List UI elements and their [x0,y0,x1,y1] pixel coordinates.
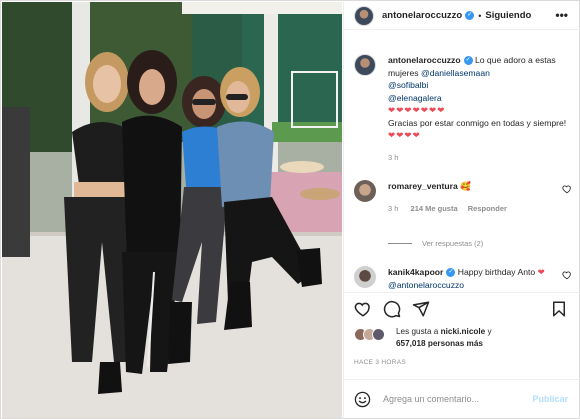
mention-link[interactable]: @antonelaroccuzzo [388,280,464,290]
commenter-username[interactable]: kanik4kapoor [388,267,443,277]
like-icon[interactable] [354,300,372,318]
comments-section[interactable]: antonelaroccuzzo ✓ Lo que adoro a estas m… [344,30,580,292]
caption-username[interactable]: antonelaroccuzzo [388,55,461,65]
hearts-emoji: ❤❤❤❤ [388,130,421,140]
emoji-icon[interactable] [354,391,371,408]
add-comment-bar: Publicar [344,379,580,418]
view-replies[interactable]: Ver respuestas (2) [388,239,483,248]
liker-avatar[interactable] [372,328,385,341]
heart-emoji: ❤ [537,267,546,277]
comment-time[interactable]: 3 h [388,204,398,213]
caption-body: antonelaroccuzzo ✓ Lo que adoro a estas m… [388,54,572,164]
caption-avatar[interactable] [354,54,376,76]
comment-likes[interactable]: 214 Me gusta [411,204,458,213]
likes-user[interactable]: nicki.nicole [441,327,486,336]
mention-link[interactable]: @sofibalbi [388,80,428,90]
verified-badge-icon: ✓ [446,268,456,278]
caption: antonelaroccuzzo ✓ Lo que adoro a estas m… [354,54,572,164]
likes-conj: y [487,327,492,336]
comment-input[interactable] [383,394,523,404]
comment-body: kanik4kapoor ✓ Happy birthday Anto ❤ @ant… [388,266,572,291]
photo-illustration [2,2,342,418]
post-header: antonelaroccuzzo ✓ • Siguiendo ••• [344,2,580,30]
more-options-icon[interactable]: ••• [555,8,568,22]
verified-badge-icon: ✓ [463,56,473,66]
separator-dot: • [478,10,482,21]
heart-outline-icon[interactable] [562,270,572,280]
comment-icon[interactable] [383,300,401,318]
comment-item: romarey_ventura 🥰 3 h 214 Me gusta Respo… [354,180,572,215]
heart-outline-icon[interactable] [562,184,572,194]
author-username[interactable]: antonelaroccuzzo [382,10,462,21]
post-photo[interactable] [2,2,342,418]
likes-count[interactable]: 657,018 personas más [396,339,483,348]
caption-time[interactable]: 3 h [388,153,398,162]
hearts-emoji: ❤❤❤❤❤❤❤ [388,105,446,115]
post-sidebar: antonelaroccuzzo ✓ • Siguiendo ••• anton… [343,2,580,418]
comment-meta: 3 h 214 Me gusta Responder [388,203,572,216]
post-modal: antonelaroccuzzo ✓ • Siguiendo ••• anton… [0,0,580,419]
liker-avatars [354,328,392,342]
action-bar [344,292,580,324]
commenter-username[interactable]: romarey_ventura [388,181,458,191]
likes-text: Les gusta a nicki.nicole y 657,018 perso… [396,326,574,350]
author-avatar[interactable] [354,5,374,26]
view-replies-label[interactable]: Ver respuestas (2) [422,239,483,248]
likes-summary: Les gusta a nicki.nicole y 657,018 perso… [354,326,574,350]
reply-button[interactable]: Responder [468,204,507,213]
replies-line [388,243,412,244]
comment-body: romarey_ventura 🥰 3 h 214 Me gusta Respo… [388,180,572,215]
publish-button[interactable]: Publicar [532,394,568,404]
likes-prefix: Les gusta a [396,327,439,336]
caption-text-2: Gracias por estar conmigo en todas y sie… [388,117,567,128]
comment-text: Happy birthday Anto [457,267,536,277]
mention-link[interactable]: @daniellasemaan [421,68,490,78]
save-bookmark-icon[interactable] [550,300,568,318]
commenter-avatar[interactable] [354,180,376,202]
mention-link[interactable]: @elenagalera [388,93,442,103]
commenter-avatar[interactable] [354,266,376,288]
verified-badge-icon: ✓ [465,11,475,20]
comment-text: 🥰 [460,181,471,191]
following-button[interactable]: Siguiendo [485,10,531,21]
post-timestamp[interactable]: HACE 3 HORAS [354,359,406,366]
share-icon[interactable] [412,300,430,318]
caption-meta: 3 h [388,152,572,165]
comment-item: kanik4kapoor ✓ Happy birthday Anto ❤ @ant… [354,266,572,291]
